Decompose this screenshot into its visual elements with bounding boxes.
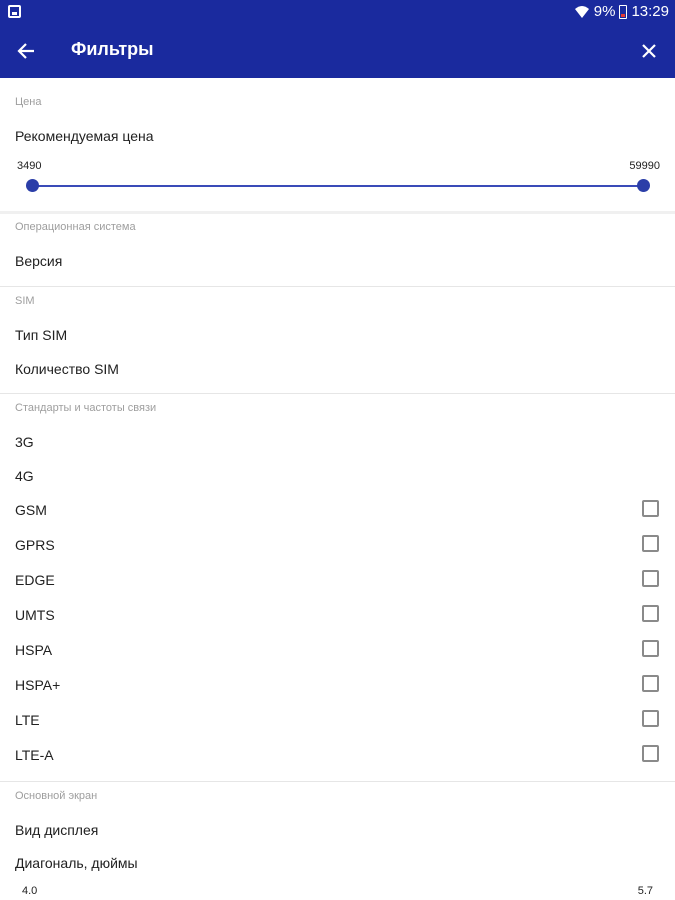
battery-icon <box>619 4 628 19</box>
price-max-value: 59990 <box>629 160 660 172</box>
close-icon <box>642 44 656 58</box>
status-right: 9% 13:29 <box>574 3 669 20</box>
standard-item-3g[interactable]: 3G <box>15 434 34 450</box>
price-min-value: 3490 <box>17 160 42 172</box>
edge-checkbox[interactable] <box>642 570 659 587</box>
diagonal-max-value: 5.7 <box>637 885 653 897</box>
status-bar: 9% 13:29 <box>0 0 675 24</box>
standard-item-edge: EDGE <box>15 572 55 588</box>
divider <box>0 211 675 214</box>
battery-percent: 9% <box>593 3 616 20</box>
wifi-icon <box>574 5 589 18</box>
lte-checkbox[interactable] <box>642 710 659 727</box>
diagonal-min-value: 4.0 <box>22 885 38 897</box>
close-button[interactable] <box>635 37 663 65</box>
hspa-plus-checkbox[interactable] <box>642 675 659 692</box>
standard-item-gprs: GPRS <box>15 537 55 553</box>
price-min-thumb[interactable] <box>26 179 39 192</box>
hspa-checkbox[interactable] <box>642 640 659 657</box>
price-range-track[interactable] <box>32 185 644 187</box>
divider <box>0 393 675 394</box>
standard-item-4g[interactable]: 4G <box>15 468 34 484</box>
section-header-screen: Основной экран <box>15 790 98 802</box>
umts-checkbox[interactable] <box>642 605 659 622</box>
divider <box>0 286 675 287</box>
gprs-checkbox[interactable] <box>642 535 659 552</box>
standard-item-hspa-plus: HSPA+ <box>15 677 61 693</box>
standard-item-lte: LTE <box>15 712 40 728</box>
back-button[interactable] <box>12 37 40 65</box>
standard-item-umts: UMTS <box>15 607 55 623</box>
section-header-price: Цена <box>15 96 42 108</box>
lte-a-checkbox[interactable] <box>642 745 659 762</box>
diagonal-label: Диагональ, дюймы <box>15 855 138 871</box>
section-header-standards: Стандарты и частоты связи <box>15 402 157 414</box>
standard-item-hspa: HSPA <box>15 642 53 658</box>
standard-item-gsm: GSM <box>15 502 47 518</box>
price-max-thumb[interactable] <box>637 179 650 192</box>
section-header-sim: SIM <box>15 295 35 307</box>
clock: 13:29 <box>631 3 669 20</box>
notification-icon <box>8 5 21 18</box>
page-title: Фильтры <box>71 39 154 59</box>
display-type-item[interactable]: Вид дисплея <box>15 822 98 838</box>
sim-count-item[interactable]: Количество SIM <box>15 361 119 377</box>
standard-item-lte-a: LTE-A <box>15 747 54 763</box>
gsm-checkbox[interactable] <box>642 500 659 517</box>
arrow-back-icon <box>17 43 34 59</box>
sim-type-item[interactable]: Тип SIM <box>15 327 67 343</box>
app-bar: Фильтры <box>0 24 675 78</box>
os-version-item[interactable]: Версия <box>15 253 62 269</box>
section-header-os: Операционная система <box>15 221 136 233</box>
divider <box>0 781 675 782</box>
recommended-price-label: Рекомендуемая цена <box>15 128 154 144</box>
